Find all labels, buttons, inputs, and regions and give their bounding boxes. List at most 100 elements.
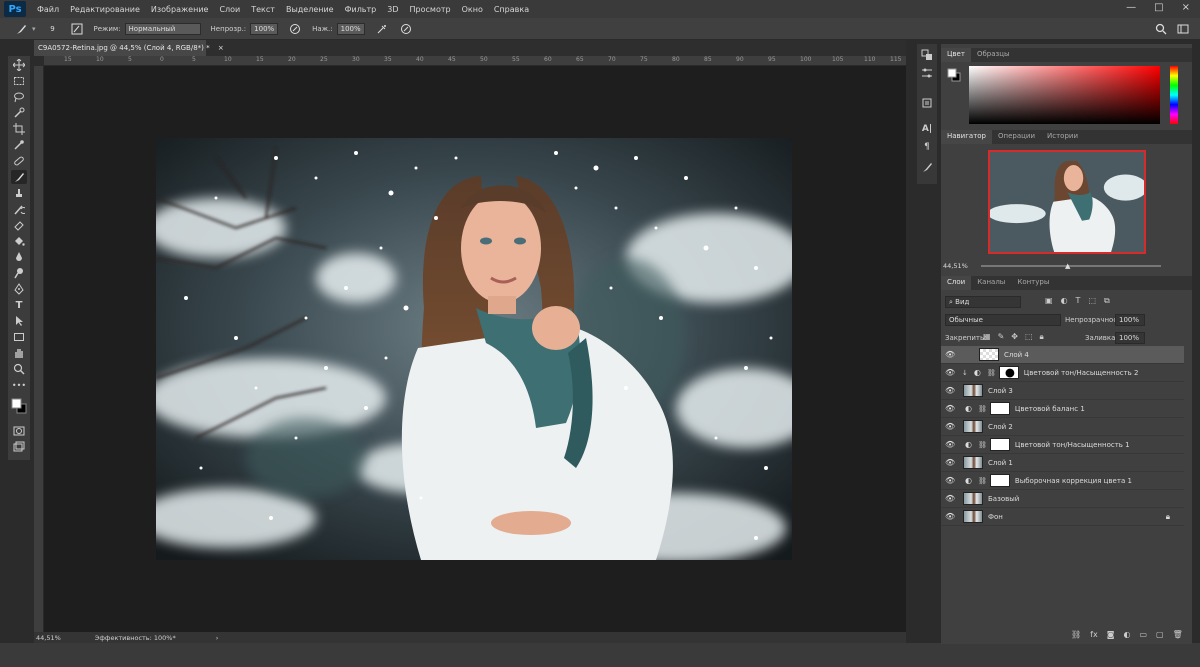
dodge-tool-icon[interactable] [11, 266, 27, 280]
eye-icon[interactable]: 👁︎ [945, 368, 959, 377]
filter-pixel-icon[interactable]: ▣ [1045, 296, 1053, 308]
menu-help[interactable]: Справка [494, 5, 529, 14]
menu-layers[interactable]: Слои [219, 5, 240, 14]
menu-type[interactable]: Текст [251, 5, 275, 14]
layer-row[interactable]: 👁︎ ◐ ⛓︎ Выборочная коррекция цвета 1 [941, 472, 1184, 490]
type-tool-icon[interactable]: T [11, 298, 27, 312]
eye-icon[interactable]: 👁︎ [945, 494, 959, 503]
document-image[interactable] [156, 138, 792, 560]
brush-tool-icon[interactable] [14, 22, 28, 36]
eye-icon[interactable]: 👁︎ [945, 512, 959, 521]
eye-icon[interactable]: 👁︎ [945, 440, 959, 449]
filter-adjustment-icon[interactable]: ◐ [1061, 296, 1068, 308]
tab-navigator[interactable]: Навигатор [941, 130, 992, 144]
history-brush-tool-icon[interactable] [11, 202, 27, 216]
fx-icon[interactable]: fx [1090, 630, 1098, 642]
rectangle-tool-icon[interactable] [11, 330, 27, 344]
navigator-zoom-slider[interactable] [981, 265, 1161, 267]
eye-icon[interactable]: 👁︎ [945, 386, 959, 395]
hue-slider[interactable] [1170, 66, 1178, 124]
eye-icon[interactable]: 👁︎ [945, 476, 959, 485]
layer-row[interactable]: 👁︎ ◐ ⛓︎ Цветовой баланс 1 [941, 400, 1184, 418]
color-swatches[interactable] [11, 396, 27, 416]
layer-row[interactable]: 👁︎ Фон 🔒︎ [941, 508, 1184, 526]
brush-panel-icon[interactable] [70, 22, 84, 36]
more-tools-icon[interactable]: ••• [11, 378, 27, 392]
new-group-icon[interactable]: ▭ [1139, 630, 1147, 642]
crop-tool-icon[interactable] [11, 122, 27, 136]
layer-row[interactable]: 👁︎ Базовый [941, 490, 1184, 508]
blend-mode-select[interactable]: Обычные [945, 314, 1061, 326]
chain-link-icon[interactable]: ⛓︎ [978, 405, 987, 413]
opacity-field[interactable]: 100% [250, 22, 279, 35]
new-adjustment-icon[interactable]: ◐ [1123, 630, 1130, 642]
eye-icon[interactable]: 👁︎ [945, 422, 959, 431]
close-window-button[interactable]: × [1182, 2, 1190, 13]
eye-icon[interactable]: 👁︎ [945, 350, 959, 359]
eye-icon[interactable]: 👁︎ [945, 458, 959, 467]
adjustments-panel-icon[interactable] [920, 66, 934, 80]
zoom-level[interactable]: 44,51% [36, 634, 61, 642]
search-icon[interactable] [1154, 22, 1168, 36]
properties-panel-icon[interactable] [920, 96, 934, 110]
fill-field[interactable]: 100% [1115, 332, 1145, 344]
chain-link-icon[interactable]: ⛓︎ [978, 441, 987, 449]
canvas-area[interactable] [44, 66, 906, 632]
minimize-button[interactable]: — [1126, 2, 1136, 13]
airbrush-icon[interactable] [375, 22, 389, 36]
tab-channels[interactable]: Каналы [971, 276, 1011, 290]
layer-row[interactable]: 👁︎ Слой 3 [941, 382, 1184, 400]
zoom-tool-icon[interactable] [11, 362, 27, 376]
marquee-tool-icon[interactable] [11, 74, 27, 88]
tab-layers[interactable]: Слои [941, 276, 972, 290]
lock-transparency-icon[interactable]: ▦ [983, 332, 991, 342]
layer-opacity-field[interactable]: 100% [1115, 314, 1145, 326]
chevron-right-icon[interactable]: › [216, 634, 219, 642]
clone-stamp-tool-icon[interactable] [11, 186, 27, 200]
filter-type-icon[interactable]: T [1076, 296, 1081, 308]
menu-view[interactable]: Просмотр [410, 5, 451, 14]
link-layers-icon[interactable]: ⛓︎ [1071, 630, 1081, 642]
brush-settings-icon[interactable] [920, 160, 934, 174]
zoom-slider-handle-icon[interactable]: ▲ [1065, 262, 1070, 270]
lock-pixels-icon[interactable]: ✎ [998, 332, 1005, 342]
mode-select[interactable]: Нормальный [124, 22, 201, 35]
lasso-tool-icon[interactable] [11, 90, 27, 104]
move-tool-icon[interactable] [11, 58, 27, 72]
document-tab[interactable]: C9A0572-Retina.jpg @ 44,5% (Слой 4, RGB/… [34, 40, 224, 56]
navigator-zoom[interactable]: 44,51% [943, 262, 968, 270]
filter-shape-icon[interactable]: ⬚ [1088, 296, 1096, 308]
pressure-size-icon[interactable] [399, 22, 413, 36]
color-panel-icon[interactable] [920, 48, 934, 62]
pen-tool-icon[interactable] [11, 282, 27, 296]
tab-color[interactable]: Цвет [941, 48, 971, 62]
blur-tool-icon[interactable] [11, 250, 27, 264]
pressure-opacity-icon[interactable] [288, 22, 302, 36]
brush-preset-picker[interactable]: 9 [46, 22, 60, 36]
eraser-tool-icon[interactable] [11, 218, 27, 232]
layer-row[interactable]: 👁︎ Слой 4 [941, 346, 1184, 364]
menu-3d[interactable]: 3D [387, 5, 398, 14]
brush-tool-icon[interactable] [11, 170, 27, 184]
menu-window[interactable]: Окно [462, 5, 483, 14]
chevron-down-icon[interactable]: ▾ [32, 25, 36, 33]
paint-bucket-tool-icon[interactable] [11, 234, 27, 248]
trash-icon[interactable]: 🗑︎ [1173, 630, 1183, 642]
hand-tool-icon[interactable] [11, 346, 27, 360]
lock-artboard-icon[interactable]: ⬚ [1025, 332, 1033, 342]
color-swatch-pair[interactable] [947, 68, 961, 82]
menu-filter[interactable]: Фильтр [345, 5, 377, 14]
tab-paths[interactable]: Контуры [1011, 276, 1055, 290]
maximize-button[interactable]: □ [1154, 2, 1163, 13]
menu-image[interactable]: Изображение [151, 5, 209, 14]
eyedropper-tool-icon[interactable] [11, 138, 27, 152]
layer-row[interactable]: 👁︎ ↓ ◐ ⛓︎ Цветовой тон/Насыщенность 2 [941, 364, 1184, 382]
eye-icon[interactable]: 👁︎ [945, 404, 959, 413]
quick-mask-icon[interactable] [11, 424, 27, 438]
lock-position-icon[interactable]: ✥ [1011, 332, 1018, 342]
color-field[interactable] [969, 66, 1160, 124]
filter-smart-icon[interactable]: ⧉ [1104, 296, 1110, 308]
screen-mode-icon[interactable] [11, 440, 27, 454]
chain-link-icon[interactable]: ⛓︎ [978, 477, 987, 485]
chain-link-icon[interactable]: ⛓︎ [987, 369, 996, 377]
